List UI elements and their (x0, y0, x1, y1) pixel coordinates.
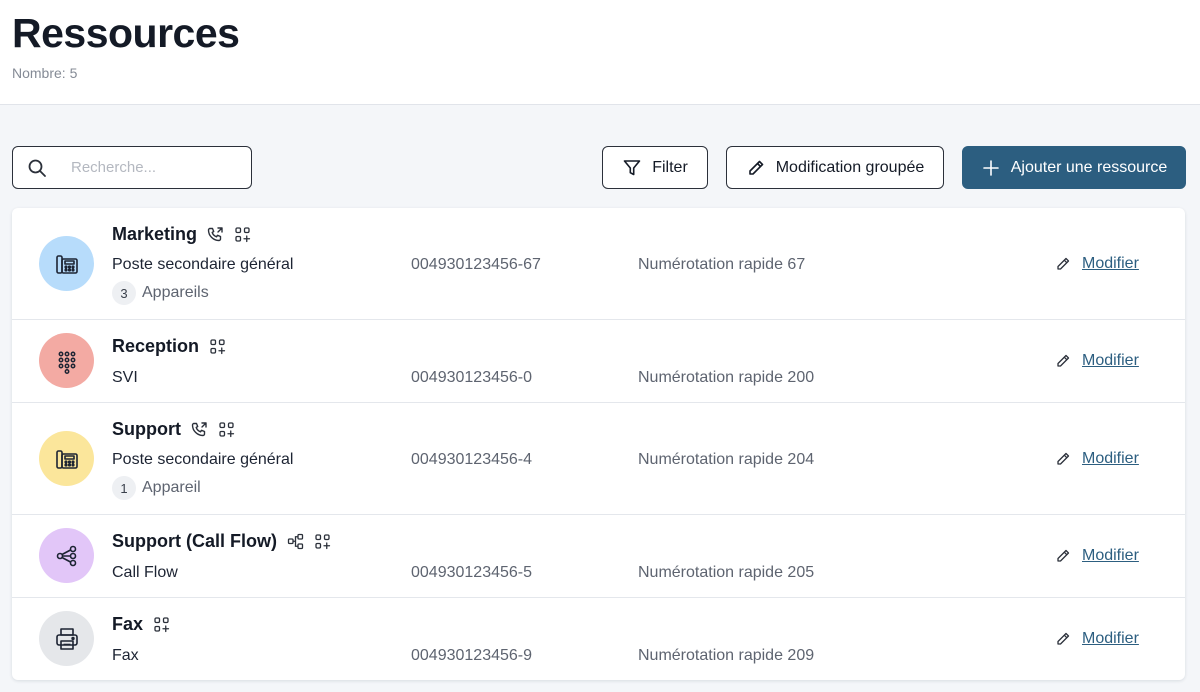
apps-add-icon (209, 338, 226, 355)
edit-link-label: Modifier (1082, 450, 1139, 467)
pencil-icon (1057, 549, 1070, 562)
pencil-icon (1057, 257, 1070, 270)
resource-type: SVI (112, 369, 138, 386)
edit-link-label: Modifier (1082, 547, 1139, 564)
plus-icon (981, 158, 1001, 178)
phone-number: 004930123456-9 (411, 647, 533, 664)
speed-dial: Numérotation rapide 209 (638, 647, 815, 664)
resource-name: Reception (112, 336, 200, 356)
filter-button-label: Filter (652, 158, 688, 176)
resource-row-support[interactable]: Support Poste secondaire général 1 Appar… (12, 403, 1185, 515)
flow-chart-icon (287, 533, 304, 550)
resource-type: Call Flow (112, 564, 178, 581)
avatar (39, 611, 94, 666)
resource-name: Support (Call Flow) (112, 531, 277, 551)
avatar (39, 431, 94, 486)
avatar (39, 333, 94, 388)
call-flow-icon (53, 542, 81, 570)
avatar (39, 528, 94, 583)
device-info: 3 Appareils (112, 281, 209, 305)
edit-link-label: Modifier (1082, 630, 1139, 647)
add-resource-button-label: Ajouter une ressource (1010, 158, 1168, 176)
device-count-badge: 3 (112, 281, 136, 305)
resource-name: Marketing (112, 224, 198, 244)
pencil-icon (746, 158, 766, 178)
apps-add-icon (218, 421, 235, 438)
phone-number: 004930123456-67 (411, 256, 541, 273)
resource-name: Support (112, 419, 181, 439)
dialpad-icon (53, 347, 81, 375)
edit-link[interactable]: Modifier (1055, 255, 1139, 273)
page-header: Ressources Nombre: 5 (0, 0, 1200, 105)
resource-type: Fax (112, 647, 139, 664)
search-box[interactable] (12, 146, 252, 189)
device-count-badge: 1 (112, 476, 136, 500)
desk-phone-icon (53, 250, 81, 278)
printer-icon (53, 625, 81, 653)
speed-dial: Numérotation rapide 200 (638, 369, 815, 386)
speed-dial: Numérotation rapide 205 (638, 564, 815, 581)
speed-dial: Numérotation rapide 204 (638, 451, 815, 468)
pencil-icon (1057, 632, 1070, 645)
speed-dial: Numérotation rapide 67 (638, 256, 806, 273)
filter-icon (622, 158, 642, 178)
phone-number: 004930123456-4 (411, 451, 533, 468)
phone-number: 004930123456-0 (411, 369, 533, 386)
resource-row-marketing[interactable]: Marketing Poste secondaire général 3 App… (12, 208, 1185, 320)
pencil-icon (1057, 354, 1070, 367)
resource-count: Nombre: 5 (12, 65, 78, 81)
edit-link[interactable]: Modifier (1055, 450, 1139, 468)
search-input[interactable] (71, 153, 243, 181)
resource-list: Marketing Poste secondaire général 3 App… (12, 208, 1185, 680)
add-resource-button[interactable]: Ajouter une ressource (962, 146, 1186, 189)
phone-number: 004930123456-5 (411, 564, 533, 581)
bulk-edit-button-label: Modification groupée (775, 158, 925, 176)
edit-link-label: Modifier (1082, 255, 1139, 272)
pencil-icon (1057, 452, 1070, 465)
resource-row-fax[interactable]: Fax Fax 004930123456-9 Numérotation rapi… (12, 598, 1185, 680)
page-title: Ressources (12, 10, 240, 56)
resource-name: Fax (112, 614, 144, 634)
apps-add-icon (314, 533, 331, 550)
resource-row-support-call-flow[interactable]: Support (Call Flow) Call Flow 0049301234… (12, 515, 1185, 598)
edit-link[interactable]: Modifier (1055, 630, 1139, 648)
edit-link[interactable]: Modifier (1055, 547, 1139, 565)
desk-phone-icon (53, 445, 81, 473)
apps-add-icon (153, 616, 170, 633)
phone-forward-icon (207, 226, 224, 243)
device-label: Appareils (142, 284, 209, 301)
device-label: Appareil (142, 479, 201, 496)
edit-link-label: Modifier (1082, 352, 1139, 369)
filter-button[interactable]: Filter (602, 146, 708, 189)
apps-add-icon (234, 226, 251, 243)
resource-type: Poste secondaire général (112, 256, 294, 273)
bulk-edit-button[interactable]: Modification groupée (726, 146, 944, 189)
resource-row-reception[interactable]: Reception SVI 004930123456-0 Numérotatio… (12, 320, 1185, 403)
device-info: 1 Appareil (112, 476, 201, 500)
avatar (39, 236, 94, 291)
search-icon (27, 158, 47, 178)
phone-forward-icon (191, 421, 208, 438)
resource-type: Poste secondaire général (112, 451, 294, 468)
edit-link[interactable]: Modifier (1055, 352, 1139, 370)
